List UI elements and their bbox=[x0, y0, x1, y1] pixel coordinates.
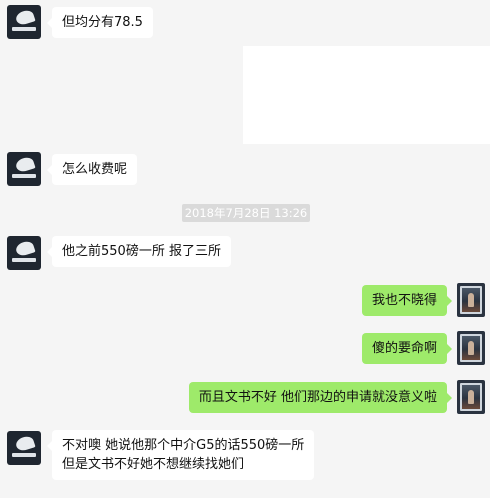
message-bubble-outgoing[interactable]: 而且文书不好 他们那边的申请就没意义啦 bbox=[188, 382, 453, 413]
message-bubble-outgoing[interactable]: 我也不晓得 bbox=[361, 285, 453, 316]
contact-avatar[interactable] bbox=[7, 431, 41, 465]
message-bubble-incoming[interactable]: 不对噢 她说他那个中介G5的话550磅一所 但是文书不好她不想继续找她们 bbox=[46, 430, 315, 480]
image-message[interactable] bbox=[243, 46, 490, 144]
eagle-logo-icon bbox=[14, 434, 36, 453]
message-timestamp: 2018年7月28日 13:26 bbox=[182, 204, 310, 222]
eagle-logo-icon bbox=[14, 155, 36, 174]
message-text-line: 不对噢 她说他那个中介G5的话550磅一所 bbox=[62, 438, 305, 453]
user-avatar[interactable] bbox=[457, 380, 485, 414]
message-text: 但均分有78.5 bbox=[62, 15, 143, 30]
user-avatar[interactable] bbox=[457, 331, 485, 365]
message-text: 而且文书不好 他们那边的申请就没意义啦 bbox=[198, 390, 437, 405]
message-text: 他之前550磅一所 报了三所 bbox=[62, 244, 221, 259]
message-bubble-incoming[interactable]: 他之前550磅一所 报了三所 bbox=[47, 236, 231, 267]
contact-avatar[interactable] bbox=[7, 5, 41, 39]
message-text-line: 但是文书不好她不想继续找她们 bbox=[62, 457, 245, 472]
contact-avatar[interactable] bbox=[7, 236, 41, 270]
message-bubble-incoming[interactable]: 但均分有78.5 bbox=[47, 7, 153, 38]
message-bubble-incoming[interactable]: 怎么收费呢 bbox=[46, 154, 138, 185]
eagle-logo-icon bbox=[14, 8, 36, 27]
chat-window: 但均分有78.5 怎么收费呢 2018年7月28日 13:26 他之前550磅一… bbox=[0, 0, 490, 498]
message-text: 怎么收费呢 bbox=[62, 162, 128, 177]
contact-avatar[interactable] bbox=[7, 152, 41, 186]
user-avatar[interactable] bbox=[457, 283, 485, 317]
eagle-logo-icon bbox=[14, 239, 36, 258]
message-text: 我也不晓得 bbox=[371, 293, 437, 308]
message-bubble-outgoing[interactable]: 傻的要命啊 bbox=[361, 333, 453, 364]
message-text: 傻的要命啊 bbox=[371, 341, 437, 356]
